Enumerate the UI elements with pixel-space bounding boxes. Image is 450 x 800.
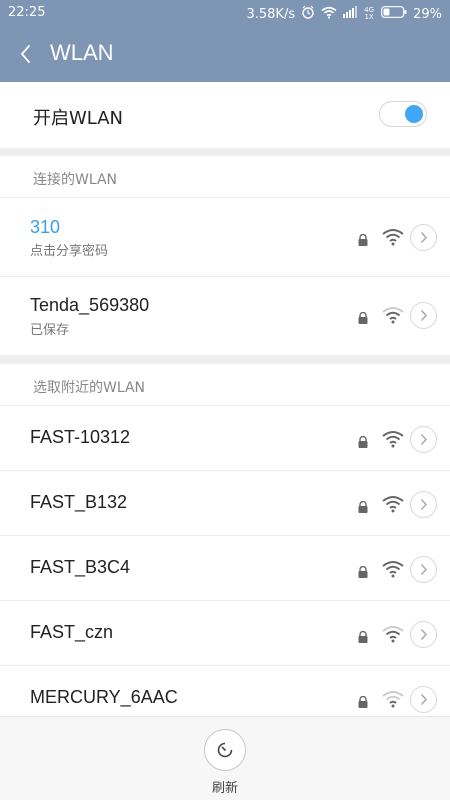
wifi-signal-icon xyxy=(381,560,405,578)
network-item-tenda[interactable]: Tenda_569380 已保存 xyxy=(0,277,450,355)
toggle-knob xyxy=(405,105,423,123)
status-speed: 3.58K/s xyxy=(246,6,296,22)
network-item[interactable]: MERCURY_6AAC xyxy=(0,666,450,716)
network-ssid: FAST_czn xyxy=(30,622,114,642)
back-arrow-icon[interactable] xyxy=(14,40,38,68)
wifi-signal-icon xyxy=(381,625,405,643)
network-item[interactable]: FAST-10312 xyxy=(0,406,450,471)
chevron-right-icon[interactable] xyxy=(410,224,437,251)
wifi-signal-icon xyxy=(381,430,405,448)
status-time: 22:25 xyxy=(8,5,46,20)
cellular-signal-icon xyxy=(343,6,358,22)
chevron-right-icon[interactable] xyxy=(410,621,437,648)
wifi-signal-icon xyxy=(381,228,405,246)
lock-icon xyxy=(357,628,369,643)
connected-section-header: 连接的WLAN xyxy=(0,156,450,198)
lock-icon xyxy=(357,693,369,708)
app-bar: WLAN xyxy=(0,26,450,82)
chevron-right-icon[interactable] xyxy=(410,686,437,713)
chevron-right-icon[interactable] xyxy=(410,302,437,329)
chevron-right-icon[interactable] xyxy=(410,491,437,518)
network-type-label: 4G 1X xyxy=(364,6,375,21)
wifi-signal-icon xyxy=(381,495,405,513)
network-ssid: FAST_B132 xyxy=(30,492,128,512)
connected-section: 连接的WLAN 310 点击分享密码 Tenda_569380 已保存 xyxy=(0,156,450,355)
chevron-right-icon[interactable] xyxy=(410,556,437,583)
network-ssid: 310 xyxy=(30,217,61,237)
battery-percent: 29% xyxy=(413,6,442,22)
nearby-section: 选取附近的WLAN FAST-10312 FAST_B132 FAST_B3C4 xyxy=(0,364,450,716)
refresh-label: 刷新 xyxy=(211,781,238,796)
lock-icon xyxy=(357,433,369,448)
nearby-section-header: 选取附近的WLAN xyxy=(0,364,450,406)
lock-icon xyxy=(357,309,369,324)
network-subtitle: 点击分享密码 xyxy=(30,244,109,259)
wlan-toggle-label: 开启WLAN xyxy=(33,108,124,129)
network-item[interactable]: FAST_B132 xyxy=(0,471,450,536)
wifi-signal-icon xyxy=(381,306,405,324)
status-right: 3.58K/s 4G 1X 29% xyxy=(246,5,442,23)
page-title: WLAN xyxy=(50,40,114,65)
refresh-button[interactable] xyxy=(204,729,246,771)
network-ssid: Tenda_569380 xyxy=(30,295,150,315)
lock-icon xyxy=(357,498,369,513)
lock-icon xyxy=(357,231,369,246)
network-ssid: FAST_B3C4 xyxy=(30,557,131,577)
alarm-icon xyxy=(301,5,315,23)
network-item[interactable]: FAST_czn xyxy=(0,601,450,666)
network-ssid: MERCURY_6AAC xyxy=(30,687,178,707)
network-item[interactable]: FAST_B3C4 xyxy=(0,536,450,601)
wlan-toggle-switch[interactable] xyxy=(379,101,427,127)
refresh-icon xyxy=(215,740,235,764)
wifi-status-icon xyxy=(321,6,337,23)
network-ssid: FAST-10312 xyxy=(30,427,131,447)
battery-icon xyxy=(381,6,407,22)
network-item-310[interactable]: 310 点击分享密码 xyxy=(0,198,450,277)
network-subtitle: 已保存 xyxy=(30,323,70,338)
status-bar: 22:25 3.58K/s 4G 1X 29% xyxy=(0,0,450,26)
wifi-signal-icon xyxy=(381,690,405,708)
bottom-bar: 刷新 xyxy=(0,716,450,800)
chevron-right-icon[interactable] xyxy=(410,426,437,453)
lock-icon xyxy=(357,563,369,578)
